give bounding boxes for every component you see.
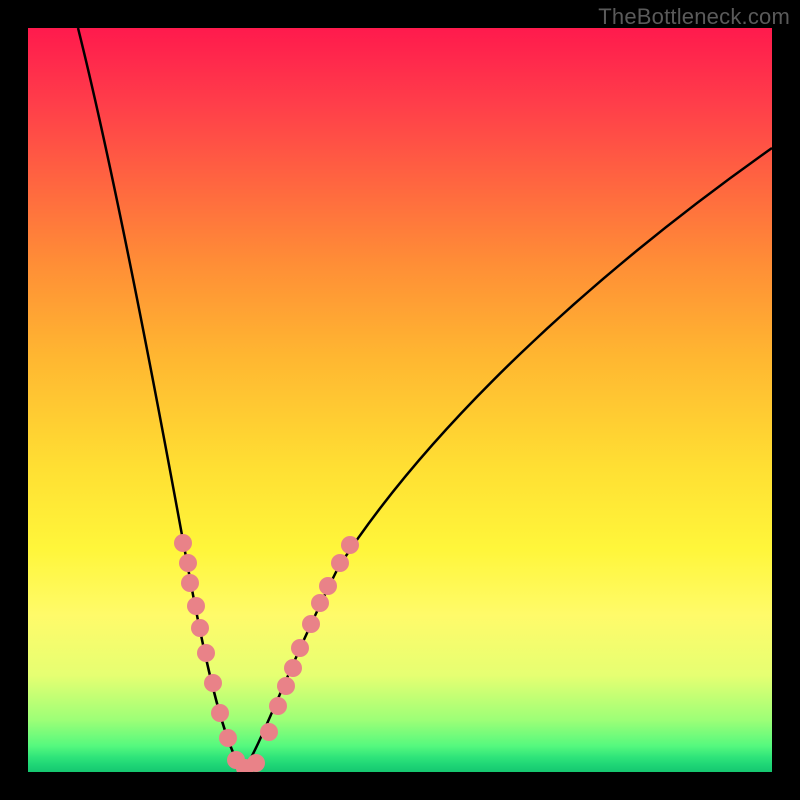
dot-marker xyxy=(179,554,197,572)
dot-marker xyxy=(174,534,192,552)
dot-marker xyxy=(260,723,278,741)
dot-marker xyxy=(284,659,302,677)
dot-marker xyxy=(269,697,287,715)
dot-marker xyxy=(319,577,337,595)
dot-marker xyxy=(302,615,320,633)
valley-curve xyxy=(78,28,772,771)
chart-svg xyxy=(28,28,772,772)
dot-marker xyxy=(291,639,309,657)
dot-marker xyxy=(341,536,359,554)
dot-marker xyxy=(277,677,295,695)
dot-marker xyxy=(181,574,199,592)
dot-marker xyxy=(247,754,265,772)
dot-marker xyxy=(204,674,222,692)
dot-markers-group xyxy=(174,534,359,772)
dot-marker xyxy=(211,704,229,722)
dot-marker xyxy=(331,554,349,572)
chart-frame: TheBottleneck.com xyxy=(0,0,800,800)
watermark-text: TheBottleneck.com xyxy=(598,4,790,30)
dot-marker xyxy=(311,594,329,612)
plot-area xyxy=(28,28,772,772)
dot-marker xyxy=(191,619,209,637)
dot-marker xyxy=(219,729,237,747)
dot-marker xyxy=(187,597,205,615)
dot-marker xyxy=(197,644,215,662)
